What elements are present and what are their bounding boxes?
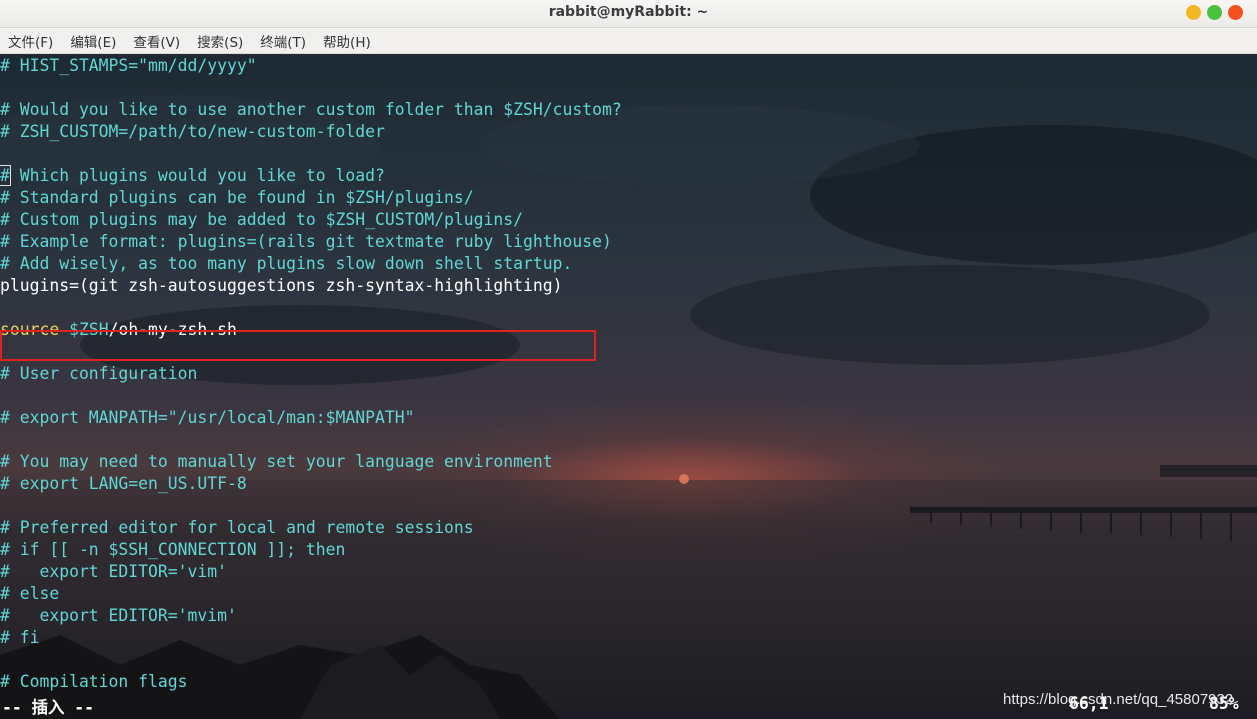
code-line: # Custom plugins may be added to $ZSH_CU… xyxy=(0,210,524,229)
menu-view[interactable]: 查看(V) xyxy=(133,31,180,51)
csdn-watermark: https://blog.csdn.net/qq_45807932 xyxy=(1003,691,1234,708)
menu-help[interactable]: 帮助(H) xyxy=(323,31,371,51)
code-line: # fi xyxy=(0,628,40,647)
code-line-rest: Which plugins would you like to load? xyxy=(9,166,385,185)
code-line: # HIST_STAMPS="mm/dd/yyyy" xyxy=(0,56,257,75)
menu-file[interactable]: 文件(F) xyxy=(8,31,53,51)
code-line: # Would you like to use another custom f… xyxy=(0,100,622,119)
insert-mode-indicator: -- 插入 -- xyxy=(2,698,94,717)
menu-search[interactable]: 搜索(S) xyxy=(197,31,243,51)
window-controls xyxy=(1186,5,1243,20)
code-line: # Standard plugins can be found in $ZSH/… xyxy=(0,188,474,207)
menu-terminal[interactable]: 终端(T) xyxy=(260,31,306,51)
text-cursor: # xyxy=(0,165,11,186)
code-line: # else xyxy=(0,584,60,603)
maximize-button[interactable] xyxy=(1207,5,1222,20)
code-line: # Add wisely, as too many plugins slow d… xyxy=(0,254,573,273)
code-line: # Preferred editor for local and remote … xyxy=(0,518,474,537)
terminal-area[interactable]: # HIST_STAMPS="mm/dd/yyyy" # Would you l… xyxy=(0,55,1257,719)
code-line: # export EDITOR='mvim' xyxy=(0,606,237,625)
code-line-cursor: # Which plugins would you like to load? xyxy=(0,165,622,187)
code-line: # ZSH_CUSTOM=/path/to/new-custom-folder xyxy=(0,122,385,141)
code-line: # Compilation flags xyxy=(0,672,188,691)
code-line: # You may need to manually set your lang… xyxy=(0,452,553,471)
menu-edit[interactable]: 编辑(E) xyxy=(70,31,116,51)
close-button[interactable] xyxy=(1228,5,1243,20)
menu-bar: 文件(F) 编辑(E) 查看(V) 搜索(S) 终端(T) 帮助(H) xyxy=(0,28,1257,54)
red-highlight-box xyxy=(0,330,596,361)
code-line: # export MANPATH="/usr/local/man:$MANPAT… xyxy=(0,408,415,427)
title-bar: rabbit@myRabbit: ~ xyxy=(0,0,1257,28)
editor-text[interactable]: # HIST_STAMPS="mm/dd/yyyy" # Would you l… xyxy=(0,55,622,693)
code-line: # if [[ -n $SSH_CONNECTION ]]; then xyxy=(0,540,346,559)
code-line: # export EDITOR='vim' xyxy=(0,562,227,581)
minimize-button[interactable] xyxy=(1186,5,1201,20)
window-title: rabbit@myRabbit: ~ xyxy=(548,4,709,20)
code-line: # export LANG=en_US.UTF-8 xyxy=(0,474,247,493)
code-line: # User configuration xyxy=(0,364,198,383)
plugins-line: plugins=(git zsh-autosuggestions zsh-syn… xyxy=(0,276,563,295)
code-line: # Example format: plugins=(rails git tex… xyxy=(0,232,612,251)
